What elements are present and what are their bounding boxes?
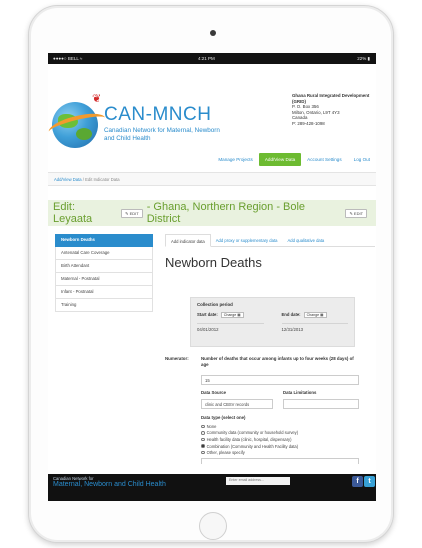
data-type-label: Data type (select one)	[201, 415, 246, 420]
clock-text: 4:21 PM	[198, 56, 215, 61]
home-button[interactable]	[199, 512, 227, 540]
carrier-text: ●●●●○ BELL ≈	[53, 56, 83, 61]
newsletter-email-input[interactable]: Enter email address...	[226, 477, 290, 485]
org-name: Ghana Rural Integrated Development (GRID…	[292, 93, 370, 104]
org-phone: P: 289-428-1098	[292, 120, 325, 126]
battery-text: 22% ▮	[357, 56, 370, 61]
maple-leaf-icon: ❦	[92, 93, 102, 105]
data-source-label: Data Source	[201, 390, 227, 395]
radio-button[interactable]	[201, 431, 205, 435]
nav-account-settings[interactable]: Account Settings	[301, 157, 347, 162]
start-date-label: Start date:	[197, 312, 218, 317]
data-source-input[interactable]: clinic and CBSV records	[201, 399, 273, 409]
edit-location-button[interactable]: ✎ EDIT	[345, 208, 367, 218]
numerator-input[interactable]: 15	[201, 375, 359, 385]
sidebar-item-training[interactable]: Training	[55, 299, 153, 312]
twitter-icon[interactable]: t	[364, 476, 375, 487]
camera-icon	[210, 30, 216, 36]
nav-add-view-data[interactable]: Add/View Data	[258, 152, 302, 166]
radio-label: Other, please specify	[206, 450, 245, 456]
edit-title-suffix: - Ghana, Northern Region - Bole District	[146, 201, 306, 225]
radio-button[interactable]	[201, 424, 205, 429]
radio-label: Health facility data (clinic, hospital, …	[206, 436, 292, 442]
tab-add-qualitative-data[interactable]: Add qualitative data	[282, 234, 329, 246]
radio-option[interactable]: Community data (community or household s…	[201, 430, 298, 437]
data-type-radio-group: None Community data (community or househ…	[201, 423, 298, 456]
radio-button[interactable]	[201, 437, 205, 442]
radio-label: Community data (community or household s…	[206, 430, 299, 436]
radio-label: None	[206, 423, 217, 429]
data-limitations-input[interactable]	[283, 399, 359, 409]
radio-option[interactable]: Health facility data (clinic, hospital, …	[201, 436, 298, 443]
tab-bar: Add indicator data Add proxy or suppleme…	[165, 234, 375, 247]
main-panel: Add indicator data Add proxy or suppleme…	[165, 234, 375, 464]
start-date-value: 04/01/2012	[197, 323, 264, 332]
radio-option[interactable]: Other, please specify	[201, 449, 298, 456]
radio-button-selected[interactable]	[201, 444, 205, 448]
data-limitations-label: Data Limitations	[283, 390, 317, 395]
footer-brand: Canadian Network for Maternal, Newborn a…	[53, 476, 166, 488]
breadcrumb: Add/View Data / Edit Indicator Data	[48, 172, 376, 186]
org-address-line: Canada	[292, 115, 308, 121]
end-date-change-button[interactable]: Change ▦	[303, 311, 327, 318]
indicator-sidebar: Newborn Deaths Antenatal Care Coverage B…	[55, 234, 153, 312]
radio-label: Combination (Community and Health Facili…	[206, 443, 299, 449]
site-footer: Canadian Network for Maternal, Newborn a…	[48, 474, 376, 501]
sidebar-item-maternal-postnatal[interactable]: Maternal - Postnatal	[55, 273, 153, 286]
breadcrumb-separator: /	[82, 177, 84, 182]
page-title: Newborn Deaths	[165, 255, 262, 270]
sidebar-item-infant-postnatal[interactable]: Infant - Postnatal	[55, 286, 153, 299]
nav-manage-projects[interactable]: Manage Projects	[212, 157, 258, 162]
sidebar-item-birth-attendant[interactable]: Birth Attendant	[55, 260, 153, 273]
main-nav: Manage Projects Add/View Data Account Se…	[212, 152, 376, 166]
numerator-question: Number of deaths that occur among infant…	[201, 356, 354, 367]
sidebar-item-antenatal-care[interactable]: Antenatal Care Coverage	[55, 247, 153, 260]
edit-title-prefix: Edit: Leyaata	[53, 201, 93, 225]
breadcrumb-current: Edit Indicator Data	[85, 177, 120, 182]
content-area: Newborn Deaths Antenatal Care Coverage B…	[48, 226, 376, 486]
radio-button[interactable]	[201, 450, 205, 455]
other-specify-input[interactable]	[201, 458, 359, 464]
start-date-change-button[interactable]: Change ▦	[220, 311, 244, 318]
radio-option[interactable]: Combination (Community and Health Facili…	[201, 443, 298, 450]
org-address-line: Milton, Ontario, L9T 4Y3	[292, 109, 340, 115]
org-address-line: P. O. Box 356	[292, 104, 319, 110]
numerator-label: Numerator:	[165, 356, 189, 361]
status-bar: ●●●●○ BELL ≈ 4:21 PM 22% ▮	[48, 53, 376, 64]
edit-project-button[interactable]: ✎ EDIT	[121, 208, 143, 218]
tab-add-indicator-data[interactable]: Add indicator data	[165, 234, 211, 247]
collection-period-panel: Collection period Start date: Change ▦ 0…	[190, 297, 355, 347]
brand-name[interactable]: CAN-MNCH	[104, 104, 211, 126]
tab-add-proxy-data[interactable]: Add proxy or supplementary data	[211, 234, 283, 246]
edit-banner: Edit: Leyaata ✎ EDIT - Ghana, Northern R…	[48, 200, 376, 226]
footer-brand-big: Maternal, Newborn and Child Health	[53, 480, 166, 488]
nav-log-out[interactable]: Log Out	[348, 157, 376, 162]
end-date-value: 12/31/2013	[281, 323, 348, 332]
screen: ●●●●○ BELL ≈ 4:21 PM 22% ▮ ❦ CAN-MNCH Ca…	[48, 53, 376, 501]
brand-subtitle: Canadian Network for Maternal, Newborn a…	[104, 127, 220, 142]
org-info: Ghana Rural Integrated Development (GRID…	[292, 93, 372, 127]
site-header: ❦ CAN-MNCH Canadian Network for Maternal…	[48, 64, 376, 172]
facebook-icon[interactable]: f	[352, 476, 363, 487]
sidebar-item-newborn-deaths[interactable]: Newborn Deaths	[55, 234, 153, 247]
collection-period-title: Collection period	[197, 302, 233, 307]
radio-option[interactable]: None	[201, 423, 298, 430]
breadcrumb-link[interactable]: Add/View Data	[54, 177, 82, 182]
end-date-label: End date:	[281, 312, 301, 317]
